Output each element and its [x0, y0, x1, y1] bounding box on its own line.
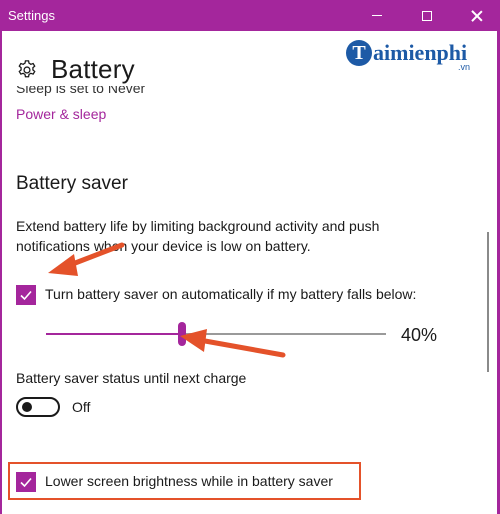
minimize-button[interactable] [354, 0, 400, 31]
page-title: Battery [51, 54, 135, 84]
auto-battery-saver-label: Turn battery saver on automatically if m… [45, 286, 417, 302]
scrollbar[interactable] [487, 232, 489, 372]
settings-window: Settings Battery T aimienphi .vn Sleep i… [0, 0, 500, 514]
lower-brightness-label: Lower screen brightness while in battery… [45, 473, 333, 489]
window-title: Settings [8, 8, 55, 23]
lower-brightness-checkbox[interactable] [16, 472, 36, 492]
title-bar: Settings [0, 0, 500, 31]
checkmark-icon [20, 477, 32, 488]
battery-threshold-slider[interactable] [46, 322, 386, 346]
toggle-state-label: Off [72, 399, 91, 415]
close-button[interactable] [454, 0, 500, 31]
section-title: Battery saver [16, 173, 128, 194]
auto-battery-saver-checkbox[interactable] [16, 285, 36, 305]
logo-suffix: .vn [458, 62, 471, 72]
minimize-icon [372, 15, 382, 16]
slider-thumb[interactable] [178, 322, 186, 346]
logo-text: aimienphi [373, 40, 468, 65]
logo-mark: T [346, 40, 372, 66]
slider-fill [46, 333, 182, 335]
checkmark-icon [20, 290, 32, 301]
maximize-icon [422, 10, 432, 21]
close-icon [471, 10, 483, 22]
toggle-knob [22, 402, 32, 412]
power-sleep-link[interactable]: Power & sleep [16, 106, 106, 122]
threshold-value: 40% [401, 325, 438, 345]
sleep-status-text: Sleep is set to Never [16, 86, 146, 96]
battery-saver-description: Extend battery life by limiting backgrou… [16, 218, 380, 254]
window-border-left [0, 31, 2, 514]
status-label: Battery saver status until next charge [16, 370, 247, 386]
gear-icon [18, 59, 36, 77]
watermark-logo: T aimienphi .vn [346, 40, 470, 72]
battery-saver-toggle[interactable] [16, 397, 60, 417]
maximize-button[interactable] [404, 0, 450, 31]
page-header: Battery [16, 54, 135, 85]
